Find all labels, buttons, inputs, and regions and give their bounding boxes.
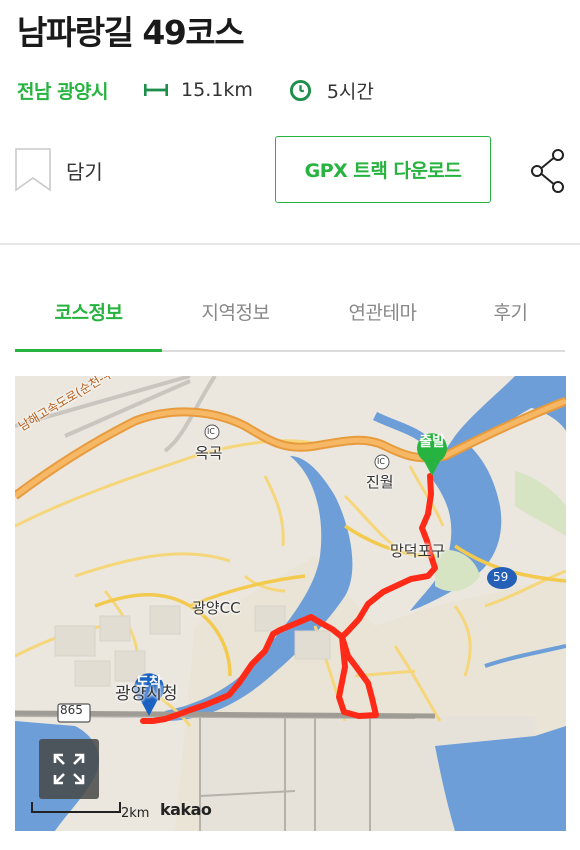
duration-text: 5시간 [326, 80, 374, 103]
map-label-mangdeok: 망덕포구 [390, 542, 446, 560]
tab-course-info[interactable]: 코스정보 [15, 292, 162, 350]
ic-label-okgok: IC [207, 427, 215, 436]
start-marker[interactable]: 출발 [413, 423, 451, 471]
scale-label: 2km [121, 806, 150, 821]
gpx-download-button[interactable]: GPX 트랙 다운로드 [275, 136, 491, 203]
map-label-okgok: 옥곡 [195, 444, 223, 462]
course-map[interactable]: 옥곡 진월 망덕포구 광양CC 광양시청 865 59 IC IC 남해고속도로… [15, 376, 566, 831]
tab-related-theme[interactable]: 연관테마 [309, 292, 456, 350]
tab-region-info[interactable]: 지역정보 [162, 292, 309, 350]
distance-text: 15.1km [181, 79, 253, 101]
map-provider-logo: kakao [160, 800, 212, 819]
ic-label-jinwol: IC [377, 457, 385, 466]
section-divider [0, 243, 580, 245]
map-label-gwangyang-cc: 광양CC [192, 599, 241, 617]
map-label-jinwol: 진월 [366, 473, 394, 491]
page-title: 남파랑길 49코스 [17, 13, 245, 52]
scale-bar [31, 802, 121, 813]
bookmark-label[interactable]: 담기 [66, 156, 103, 185]
clock-icon [289, 79, 311, 101]
bookmark-icon[interactable] [15, 148, 51, 192]
fullscreen-button[interactable] [39, 739, 99, 799]
course-meta: 전남 광양시 15.1km 5시간 [17, 76, 374, 104]
end-marker[interactable]: 도착 [130, 664, 168, 712]
region-text: 전남 광양시 [17, 80, 109, 103]
tab-reviews[interactable]: 후기 [456, 292, 565, 350]
share-icon[interactable] [529, 148, 569, 194]
expand-icon [53, 753, 85, 785]
road-number-59: 59 [493, 570, 509, 584]
distance-icon [144, 84, 169, 96]
tab-bar: 코스정보 지역정보 연관테마 후기 [15, 292, 565, 352]
start-marker-label: 출발 [419, 434, 445, 450]
road-number-865: 865 [60, 703, 83, 717]
end-marker-label: 도착 [136, 675, 162, 691]
active-tab-indicator [15, 349, 162, 352]
